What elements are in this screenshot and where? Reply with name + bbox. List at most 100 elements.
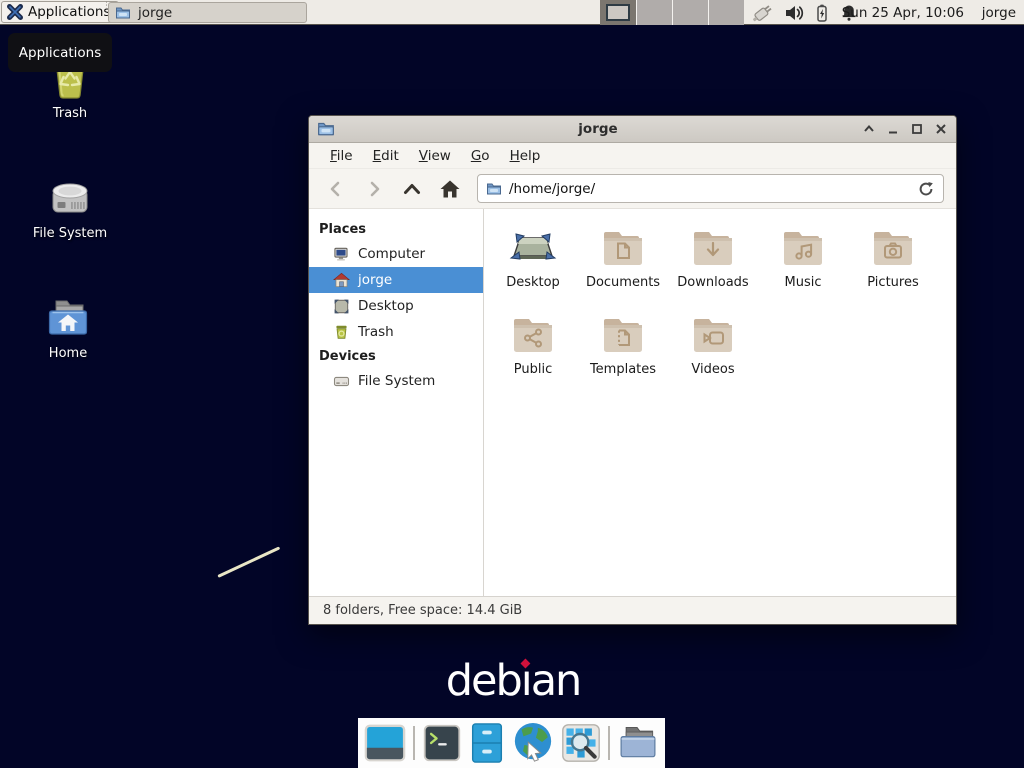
workspace-window-thumb bbox=[606, 4, 630, 21]
menu-go[interactable]: Go bbox=[462, 145, 499, 167]
network-icon[interactable] bbox=[750, 1, 776, 25]
forward-button[interactable] bbox=[359, 175, 389, 203]
sidebar-item-trash[interactable]: Trash bbox=[309, 319, 483, 345]
workspace-1[interactable] bbox=[600, 0, 636, 25]
reload-icon[interactable] bbox=[917, 180, 935, 198]
file-item-label: Music bbox=[785, 275, 822, 290]
sidebar-item-file-system[interactable]: File System bbox=[309, 368, 483, 394]
sidebar-item-label: Trash bbox=[358, 324, 394, 340]
path-entry[interactable]: /home/jorge/ bbox=[477, 174, 944, 203]
close-button[interactable] bbox=[933, 122, 948, 137]
workspace-3[interactable] bbox=[672, 0, 708, 25]
home-button[interactable] bbox=[435, 175, 465, 203]
shade-button[interactable] bbox=[861, 122, 876, 137]
folder-videos-icon bbox=[689, 310, 737, 358]
desktop-icon-label: File System bbox=[33, 226, 107, 241]
file-item-templates[interactable]: Templates bbox=[578, 310, 668, 377]
folder-music-icon bbox=[779, 223, 827, 271]
top-panel: Applications ⋮ jorge bbox=[0, 0, 1024, 25]
harddisk-icon bbox=[46, 176, 94, 222]
applications-menu-label: Applications bbox=[28, 4, 110, 20]
desktop-icon-file-system[interactable]: File System bbox=[10, 176, 130, 241]
desktop-icon-label: Trash bbox=[53, 106, 87, 121]
back-button[interactable] bbox=[321, 175, 351, 203]
debian-logo-text-before: deb bbox=[446, 656, 521, 706]
file-cabinet-icon[interactable] bbox=[469, 722, 505, 764]
file-item-music[interactable]: Music bbox=[758, 223, 848, 290]
window-controls bbox=[861, 122, 948, 137]
sidebar-header-devices: Devices bbox=[309, 345, 483, 368]
directory-menu-icon[interactable] bbox=[617, 723, 659, 763]
file-item-label: Pictures bbox=[867, 275, 918, 290]
statusbar: 8 folders, Free space: 14.4 GiB bbox=[309, 596, 956, 624]
file-item-label: Downloads bbox=[677, 275, 748, 290]
file-item-downloads[interactable]: Downloads bbox=[668, 223, 758, 290]
sidebar-item-desktop[interactable]: Desktop bbox=[309, 293, 483, 319]
file-item-desktop[interactable]: Desktop bbox=[488, 223, 578, 290]
desktop-icon-label: Home bbox=[49, 346, 87, 361]
folder-desktop-icon bbox=[509, 223, 557, 271]
panel-username[interactable]: jorge bbox=[982, 0, 1016, 25]
up-button[interactable] bbox=[397, 175, 427, 203]
sidebar-item-jorge[interactable]: jorge bbox=[309, 267, 483, 293]
minimize-button[interactable] bbox=[885, 122, 900, 137]
dock-separator bbox=[608, 726, 610, 760]
sidebar-item-label: jorge bbox=[358, 272, 392, 288]
panel-clock[interactable]: Sun 25 Apr, 10:06 bbox=[842, 0, 964, 25]
menu-help[interactable]: Help bbox=[501, 145, 550, 167]
file-item-label: Videos bbox=[691, 362, 734, 377]
menu-edit[interactable]: Edit bbox=[364, 145, 408, 167]
xfce-applications-icon bbox=[6, 3, 24, 21]
file-item-pictures[interactable]: Pictures bbox=[848, 223, 938, 290]
terminal-icon[interactable] bbox=[422, 723, 462, 763]
menubar: File Edit View Go Help bbox=[309, 143, 956, 169]
dock bbox=[358, 718, 665, 768]
sidebar-item-computer[interactable]: Computer bbox=[309, 241, 483, 267]
taskbar-window-label: jorge bbox=[138, 5, 172, 21]
window-titlebar[interactable]: jorge bbox=[309, 116, 956, 143]
sidebar-header-places: Places bbox=[309, 218, 483, 241]
show-desktop-icon[interactable] bbox=[364, 722, 406, 764]
application-finder-icon[interactable] bbox=[561, 723, 601, 763]
file-item-label: Public bbox=[514, 362, 552, 377]
battery-icon[interactable] bbox=[812, 2, 832, 24]
workspace-switcher bbox=[600, 0, 746, 25]
volume-icon[interactable] bbox=[783, 2, 805, 24]
dock-separator bbox=[413, 726, 415, 760]
home-folder-icon bbox=[43, 296, 93, 342]
folder-public-icon bbox=[509, 310, 557, 358]
menu-file[interactable]: File bbox=[321, 145, 362, 167]
applications-tooltip: Applications bbox=[8, 33, 112, 72]
debian-logo: debıan bbox=[448, 656, 578, 708]
debian-logo-text-after: an bbox=[531, 656, 581, 706]
file-grid[interactable]: Desktop Documents bbox=[484, 209, 956, 596]
window-body: Places Computer bbox=[309, 209, 956, 596]
file-item-videos[interactable]: Videos bbox=[668, 310, 758, 377]
sidebar-item-label: File System bbox=[358, 373, 435, 389]
workspace-4[interactable] bbox=[708, 0, 744, 25]
file-item-label: Desktop bbox=[506, 275, 560, 290]
taskbar-window-button[interactable]: jorge bbox=[108, 2, 307, 23]
debian-logo-i: ı bbox=[521, 656, 531, 706]
folder-pictures-icon bbox=[869, 223, 917, 271]
desktop-icon bbox=[333, 298, 350, 315]
applications-tooltip-text: Applications bbox=[19, 45, 101, 61]
folder-icon bbox=[115, 5, 131, 21]
web-browser-icon[interactable] bbox=[512, 721, 554, 765]
file-item-label: Templates bbox=[590, 362, 656, 377]
trash-icon bbox=[333, 324, 350, 341]
home-icon bbox=[333, 272, 350, 289]
folder-templates-icon bbox=[599, 310, 647, 358]
sidebar-item-label: Desktop bbox=[358, 298, 414, 314]
menu-view[interactable]: View bbox=[410, 145, 460, 167]
statusbar-text: 8 folders, Free space: 14.4 GiB bbox=[323, 603, 522, 618]
folder-documents-icon bbox=[599, 223, 647, 271]
toolbar: /home/jorge/ bbox=[309, 169, 956, 209]
path-folder-icon bbox=[486, 181, 502, 197]
maximize-button[interactable] bbox=[909, 122, 924, 137]
harddisk-icon bbox=[333, 373, 350, 390]
file-item-public[interactable]: Public bbox=[488, 310, 578, 377]
file-item-documents[interactable]: Documents bbox=[578, 223, 668, 290]
workspace-2[interactable] bbox=[636, 0, 672, 25]
desktop-icon-home[interactable]: Home bbox=[10, 296, 126, 361]
